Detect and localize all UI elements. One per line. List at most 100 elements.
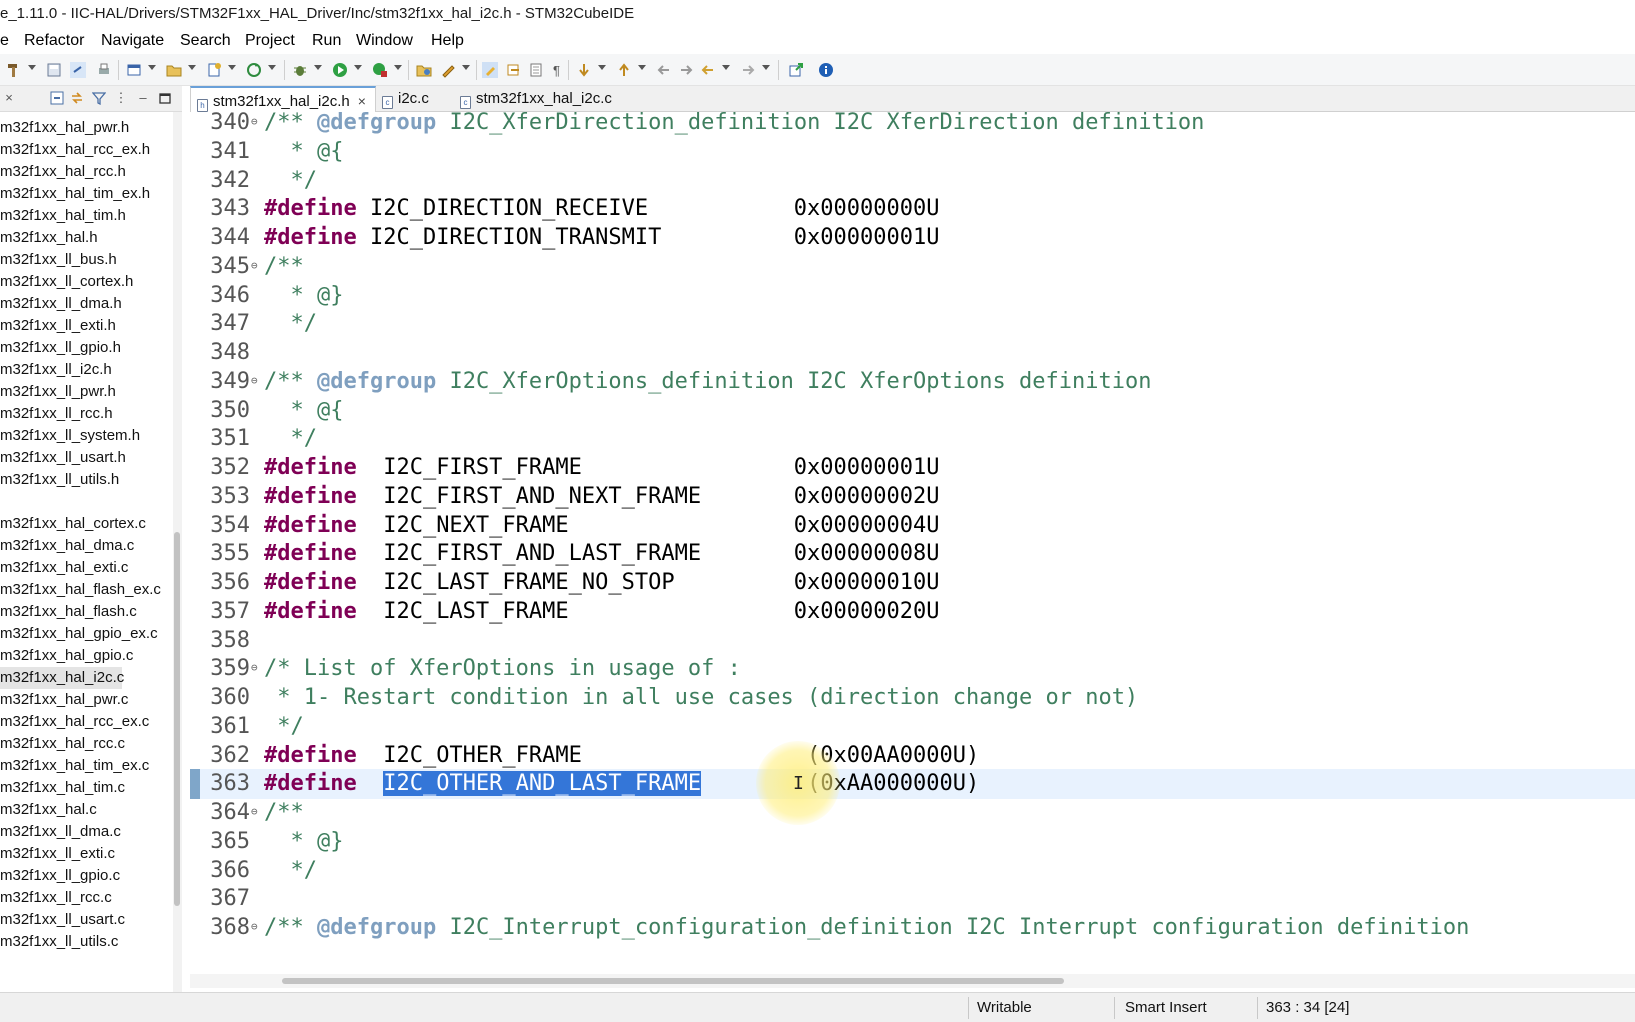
close-tab-icon[interactable]: × bbox=[358, 93, 366, 109]
new-file-icon[interactable] bbox=[206, 62, 222, 78]
code-line[interactable]: 359 ⊖ /* List of XferOptions in usage of : bbox=[190, 654, 1635, 684]
tab-stm32f1xx-hal-i2c-c[interactable]: c stm32f1xx_hal_i2c.c bbox=[456, 86, 626, 112]
maximize-icon[interactable] bbox=[158, 91, 172, 105]
file-item[interactable]: m32f1xx_hal_rcc_ex.h bbox=[0, 139, 150, 161]
tab-stm32f1xx-hal-i2c-h[interactable]: h stm32f1xx_hal_i2c.h × bbox=[190, 86, 376, 112]
code-line[interactable]: 341 * @{ bbox=[190, 137, 1635, 167]
file-item[interactable]: m32f1xx_hal_pwr.c bbox=[0, 689, 128, 711]
link-with-editor-icon[interactable] bbox=[70, 91, 84, 105]
code-line[interactable]: 365 * @} bbox=[190, 827, 1635, 857]
code-line[interactable]: 342 */ bbox=[190, 166, 1635, 196]
status-insert-mode[interactable]: Smart Insert bbox=[1125, 999, 1207, 1016]
file-item[interactable]: m32f1xx_ll_exti.h bbox=[0, 315, 116, 337]
file-item[interactable]: m32f1xx_hal_tim_ex.h bbox=[0, 183, 150, 205]
file-item[interactable]: m32f1xx_ll_gpio.h bbox=[0, 337, 121, 359]
view-menu-icon[interactable]: ⋮ bbox=[114, 91, 128, 105]
menu-refactor[interactable]: Refactor bbox=[24, 32, 84, 50]
code-line[interactable]: 366 */ bbox=[190, 856, 1635, 886]
new-window-icon[interactable] bbox=[126, 62, 142, 78]
code-line[interactable]: 357 #define I2C_LAST_FRAME 0x00000020U bbox=[190, 597, 1635, 627]
code-line[interactable]: 358 bbox=[190, 626, 1635, 656]
code-line[interactable]: 346 * @} bbox=[190, 281, 1635, 311]
file-item[interactable]: m32f1xx_ll_gpio.c bbox=[0, 865, 120, 887]
collapse-all-icon[interactable] bbox=[50, 91, 64, 105]
file-item[interactable]: m32f1xx_hal_tim_ex.c bbox=[0, 755, 149, 777]
menu-file[interactable]: e bbox=[0, 32, 9, 50]
file-item[interactable]: m32f1xx_hal_tim.c bbox=[0, 777, 125, 799]
menu-window[interactable]: Window bbox=[356, 32, 413, 50]
back-icon[interactable] bbox=[700, 62, 716, 78]
code-line[interactable]: 351 */ bbox=[190, 424, 1635, 454]
fold-toggle-icon[interactable]: ⊖ bbox=[251, 116, 258, 127]
file-item[interactable]: m32f1xx_ll_dma.c bbox=[0, 821, 121, 843]
file-item[interactable]: m32f1xx_hal_gpio.c bbox=[0, 645, 133, 667]
new-file-dropdown-icon[interactable] bbox=[228, 65, 236, 70]
pencil-icon[interactable] bbox=[440, 62, 456, 78]
run-dropdown-icon[interactable] bbox=[354, 65, 362, 70]
file-item[interactable]: m32f1xx_ll_usart.h bbox=[0, 447, 126, 469]
file-item[interactable]: m32f1xx_hal_flash_ex.c bbox=[0, 579, 161, 601]
code-line[interactable]: 355 #define I2C_FIRST_AND_LAST_FRAME 0x00… bbox=[190, 539, 1635, 569]
next-annotation-icon[interactable] bbox=[576, 62, 592, 78]
open-type-dropdown-icon[interactable] bbox=[188, 65, 196, 70]
explorer-scrollbar-thumb[interactable] bbox=[174, 532, 180, 906]
code-line[interactable]: 354 #define I2C_NEXT_FRAME 0x00000004U bbox=[190, 511, 1635, 541]
file-item[interactable]: m32f1xx_hal_i2c.c bbox=[0, 667, 124, 689]
file-item[interactable]: m32f1xx_ll_pwr.h bbox=[0, 381, 116, 403]
file-item[interactable]: m32f1xx_ll_cortex.h bbox=[0, 271, 133, 293]
fold-toggle-icon[interactable]: ⊖ bbox=[251, 260, 258, 271]
file-item[interactable]: m32f1xx_ll_utils.h bbox=[0, 469, 119, 491]
code-line[interactable]: 340 ⊖ /** @defgroup I2C_XferDirection_defi… bbox=[190, 112, 1635, 138]
menu-project[interactable]: Project bbox=[245, 32, 295, 50]
paragraph-icon[interactable]: ¶ bbox=[550, 62, 566, 78]
hammer-dropdown-icon[interactable] bbox=[28, 65, 36, 70]
code-line[interactable]: 368 ⊖ /** @defgroup I2C_Interrupt_configur… bbox=[190, 913, 1635, 943]
forward-edit-icon[interactable] bbox=[678, 62, 694, 78]
fold-toggle-icon[interactable]: ⊖ bbox=[251, 921, 258, 932]
file-item[interactable]: m32f1xx_hal_cortex.c bbox=[0, 513, 146, 535]
code-line[interactable]: 362 #define I2C_OTHER_FRAME (0x00AA0000U) bbox=[190, 741, 1635, 771]
code-line[interactable]: 363 #define I2C_OTHER_AND_LAST_FRAME (0xA… bbox=[190, 769, 1635, 799]
file-item[interactable]: m32f1xx_ll_dma.h bbox=[0, 293, 122, 315]
file-item[interactable]: m32f1xx_hal_rcc.h bbox=[0, 161, 126, 183]
code-line[interactable]: 344 #define I2C_DIRECTION_TRANSMIT 0x0000… bbox=[190, 223, 1635, 253]
fold-toggle-icon[interactable]: ⊖ bbox=[251, 806, 258, 817]
block-select-icon[interactable] bbox=[528, 62, 544, 78]
link-icon[interactable] bbox=[70, 62, 86, 78]
code-line[interactable]: 348 bbox=[190, 338, 1635, 368]
menu-help[interactable]: Help bbox=[431, 32, 464, 50]
file-item[interactable]: m32f1xx_ll_usart.c bbox=[0, 909, 125, 931]
file-item[interactable]: m32f1xx_ll_i2c.h bbox=[0, 359, 112, 381]
close-view-icon[interactable]: × bbox=[2, 91, 16, 105]
fold-toggle-icon[interactable]: ⊖ bbox=[251, 375, 258, 386]
toggle-mark-icon[interactable] bbox=[506, 62, 522, 78]
back-dropdown-icon[interactable] bbox=[722, 65, 730, 70]
prev-annotation-icon[interactable] bbox=[616, 62, 632, 78]
code-line[interactable]: 352 #define I2C_FIRST_FRAME 0x00000001U bbox=[190, 453, 1635, 483]
code-line[interactable]: 356 #define I2C_LAST_FRAME_NO_STOP 0x0000… bbox=[190, 568, 1635, 598]
file-item[interactable]: m32f1xx_hal_exti.c bbox=[0, 557, 128, 579]
debug-dropdown-icon[interactable] bbox=[314, 65, 322, 70]
file-item[interactable]: m32f1xx_ll_exti.c bbox=[0, 843, 115, 865]
code-line[interactable]: 343 #define I2C_DIRECTION_RECEIVE 0x00000… bbox=[190, 194, 1635, 224]
file-item[interactable]: m32f1xx_ll_bus.h bbox=[0, 249, 117, 271]
code-line[interactable]: 345 ⊖ /** bbox=[190, 252, 1635, 282]
file-item[interactable]: m32f1xx_hal_gpio_ex.c bbox=[0, 623, 158, 645]
filter-icon[interactable] bbox=[92, 91, 106, 105]
open-folder-icon[interactable] bbox=[416, 62, 432, 78]
tab-i2c-c[interactable]: c i2c.c bbox=[378, 86, 454, 112]
file-item[interactable]: m32f1xx_hal_flash.c bbox=[0, 601, 137, 623]
info-icon[interactable] bbox=[818, 62, 834, 78]
external-icon[interactable] bbox=[788, 62, 804, 78]
code-line[interactable]: 349 ⊖ /** @defgroup I2C_XferOptions_defini… bbox=[190, 367, 1635, 397]
hammer-icon[interactable] bbox=[6, 62, 22, 78]
minimize-icon[interactable]: – bbox=[136, 91, 150, 105]
fold-toggle-icon[interactable]: ⊖ bbox=[251, 662, 258, 673]
code-line[interactable]: 361 */ bbox=[190, 712, 1635, 742]
code-line[interactable]: 360 * 1- Restart condition in all use ca… bbox=[190, 683, 1635, 713]
file-item[interactable]: m32f1xx_hal.c bbox=[0, 799, 97, 821]
code-line[interactable]: 350 * @{ bbox=[190, 396, 1635, 426]
forward-icon[interactable] bbox=[740, 62, 756, 78]
code-editor[interactable]: 340 ⊖/** @defgroup I2C_XferDirection_defi… bbox=[190, 112, 1635, 974]
refresh-icon[interactable] bbox=[246, 62, 262, 78]
